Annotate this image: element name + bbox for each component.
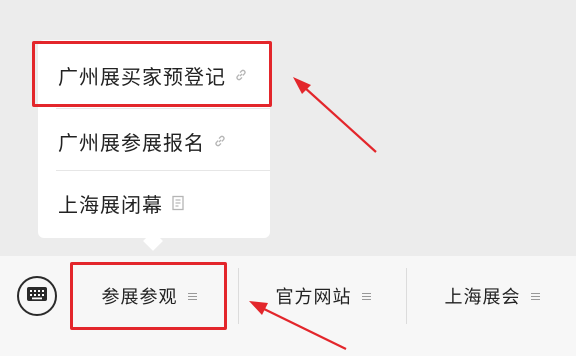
tab-divider bbox=[406, 268, 407, 324]
menu-item-shanghai-closing[interactable]: 上海展闭幕 bbox=[38, 170, 270, 236]
menu-item-label: 上海展闭幕 bbox=[58, 192, 163, 217]
tab-official-website[interactable]: 官方网站 bbox=[240, 256, 406, 336]
menu-lines-icon bbox=[530, 292, 540, 301]
menu-item-exhibitor-registration[interactable]: 广州展参展报名 bbox=[38, 108, 270, 174]
keyboard-button[interactable] bbox=[17, 276, 57, 316]
menu-item-label: 广州展参展报名 bbox=[58, 130, 205, 155]
bottom-menu-bar: 参展参观 官方网站 上海展会 bbox=[0, 256, 576, 356]
tab-label: 上海展会 bbox=[444, 287, 521, 308]
tab-divider bbox=[238, 268, 239, 324]
annotation-arrow-top bbox=[303, 86, 377, 153]
menu-lines-icon bbox=[361, 292, 371, 301]
tab-exhibit-visit[interactable]: 参展参观 bbox=[72, 256, 226, 336]
tab-label: 参展参观 bbox=[101, 287, 178, 308]
menu-item-buyer-preregistration[interactable]: 广州展买家预登记 bbox=[38, 42, 270, 108]
popup-menu: 广州展买家预登记 广州展参展报名 上海展闭幕 bbox=[38, 40, 270, 238]
menu-item-label: 广州展买家预登记 bbox=[58, 64, 226, 89]
menu-lines-icon bbox=[187, 292, 197, 301]
tab-label: 官方网站 bbox=[275, 287, 352, 308]
link-icon bbox=[213, 134, 227, 148]
link-icon bbox=[234, 68, 248, 82]
tab-shanghai-expo[interactable]: 上海展会 bbox=[408, 256, 576, 336]
document-icon bbox=[171, 195, 185, 211]
annotation-arrowhead-top bbox=[293, 77, 311, 94]
keyboard-icon bbox=[26, 286, 48, 306]
